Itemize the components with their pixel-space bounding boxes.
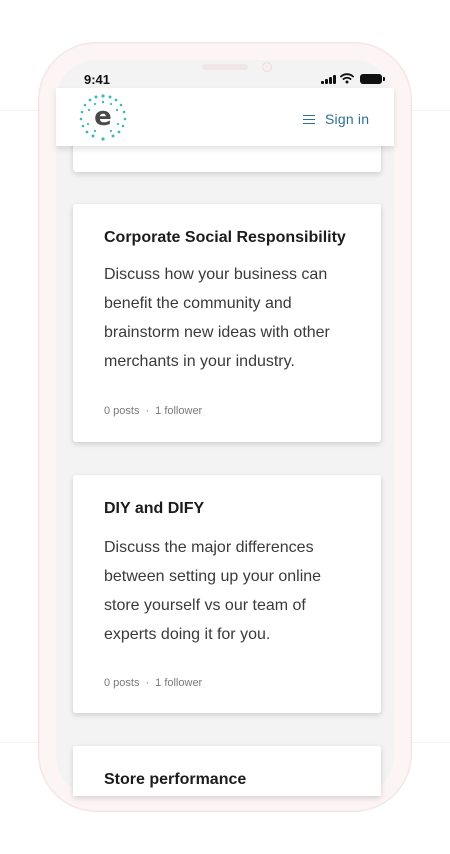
card-description: Discuss how your business can benefit th… [104, 266, 330, 370]
status-time: 9:41 [84, 72, 111, 87]
card-title[interactable]: DIY and DIFY [104, 500, 204, 518]
card-title[interactable]: Store performance [104, 771, 246, 789]
posts-count: 0 posts [104, 405, 140, 417]
followers-count: 1 follower [155, 677, 203, 689]
meta-separator: · [145, 405, 150, 417]
phone-camera [262, 62, 272, 72]
battery-icon [360, 74, 385, 84]
backdrop-line [412, 742, 450, 743]
phone-speaker [202, 64, 248, 70]
posts-count: 0 posts [104, 677, 140, 689]
card-meta: 0 posts · 1 follower [104, 677, 202, 689]
forum-card[interactable]: DIY and DIFY Discuss the major differenc… [73, 475, 381, 713]
card-description: Discuss the major differences between se… [104, 539, 322, 643]
card-meta: 0 posts · 1 follower [104, 405, 202, 417]
hamburger-icon[interactable] [303, 114, 315, 124]
sign-in-link[interactable]: Sign in [325, 111, 369, 127]
site-header: e Sign in [56, 88, 394, 146]
backdrop-line [0, 742, 38, 743]
wifi-icon [340, 73, 354, 84]
backdrop-line [412, 110, 450, 111]
signal-icon [321, 75, 337, 84]
logo-icon[interactable]: e [78, 92, 128, 142]
forum-card[interactable]: Store performance [73, 746, 381, 796]
forum-card[interactable]: Corporate Social Responsibility Discuss … [73, 204, 381, 442]
meta-separator: · [145, 677, 150, 689]
menu-button[interactable]: Sign in [303, 108, 369, 130]
svg-text:e: e [94, 102, 112, 132]
followers-count: 1 follower [155, 405, 203, 417]
card-title[interactable]: Corporate Social Responsibility [104, 229, 346, 247]
backdrop-line [0, 110, 38, 111]
